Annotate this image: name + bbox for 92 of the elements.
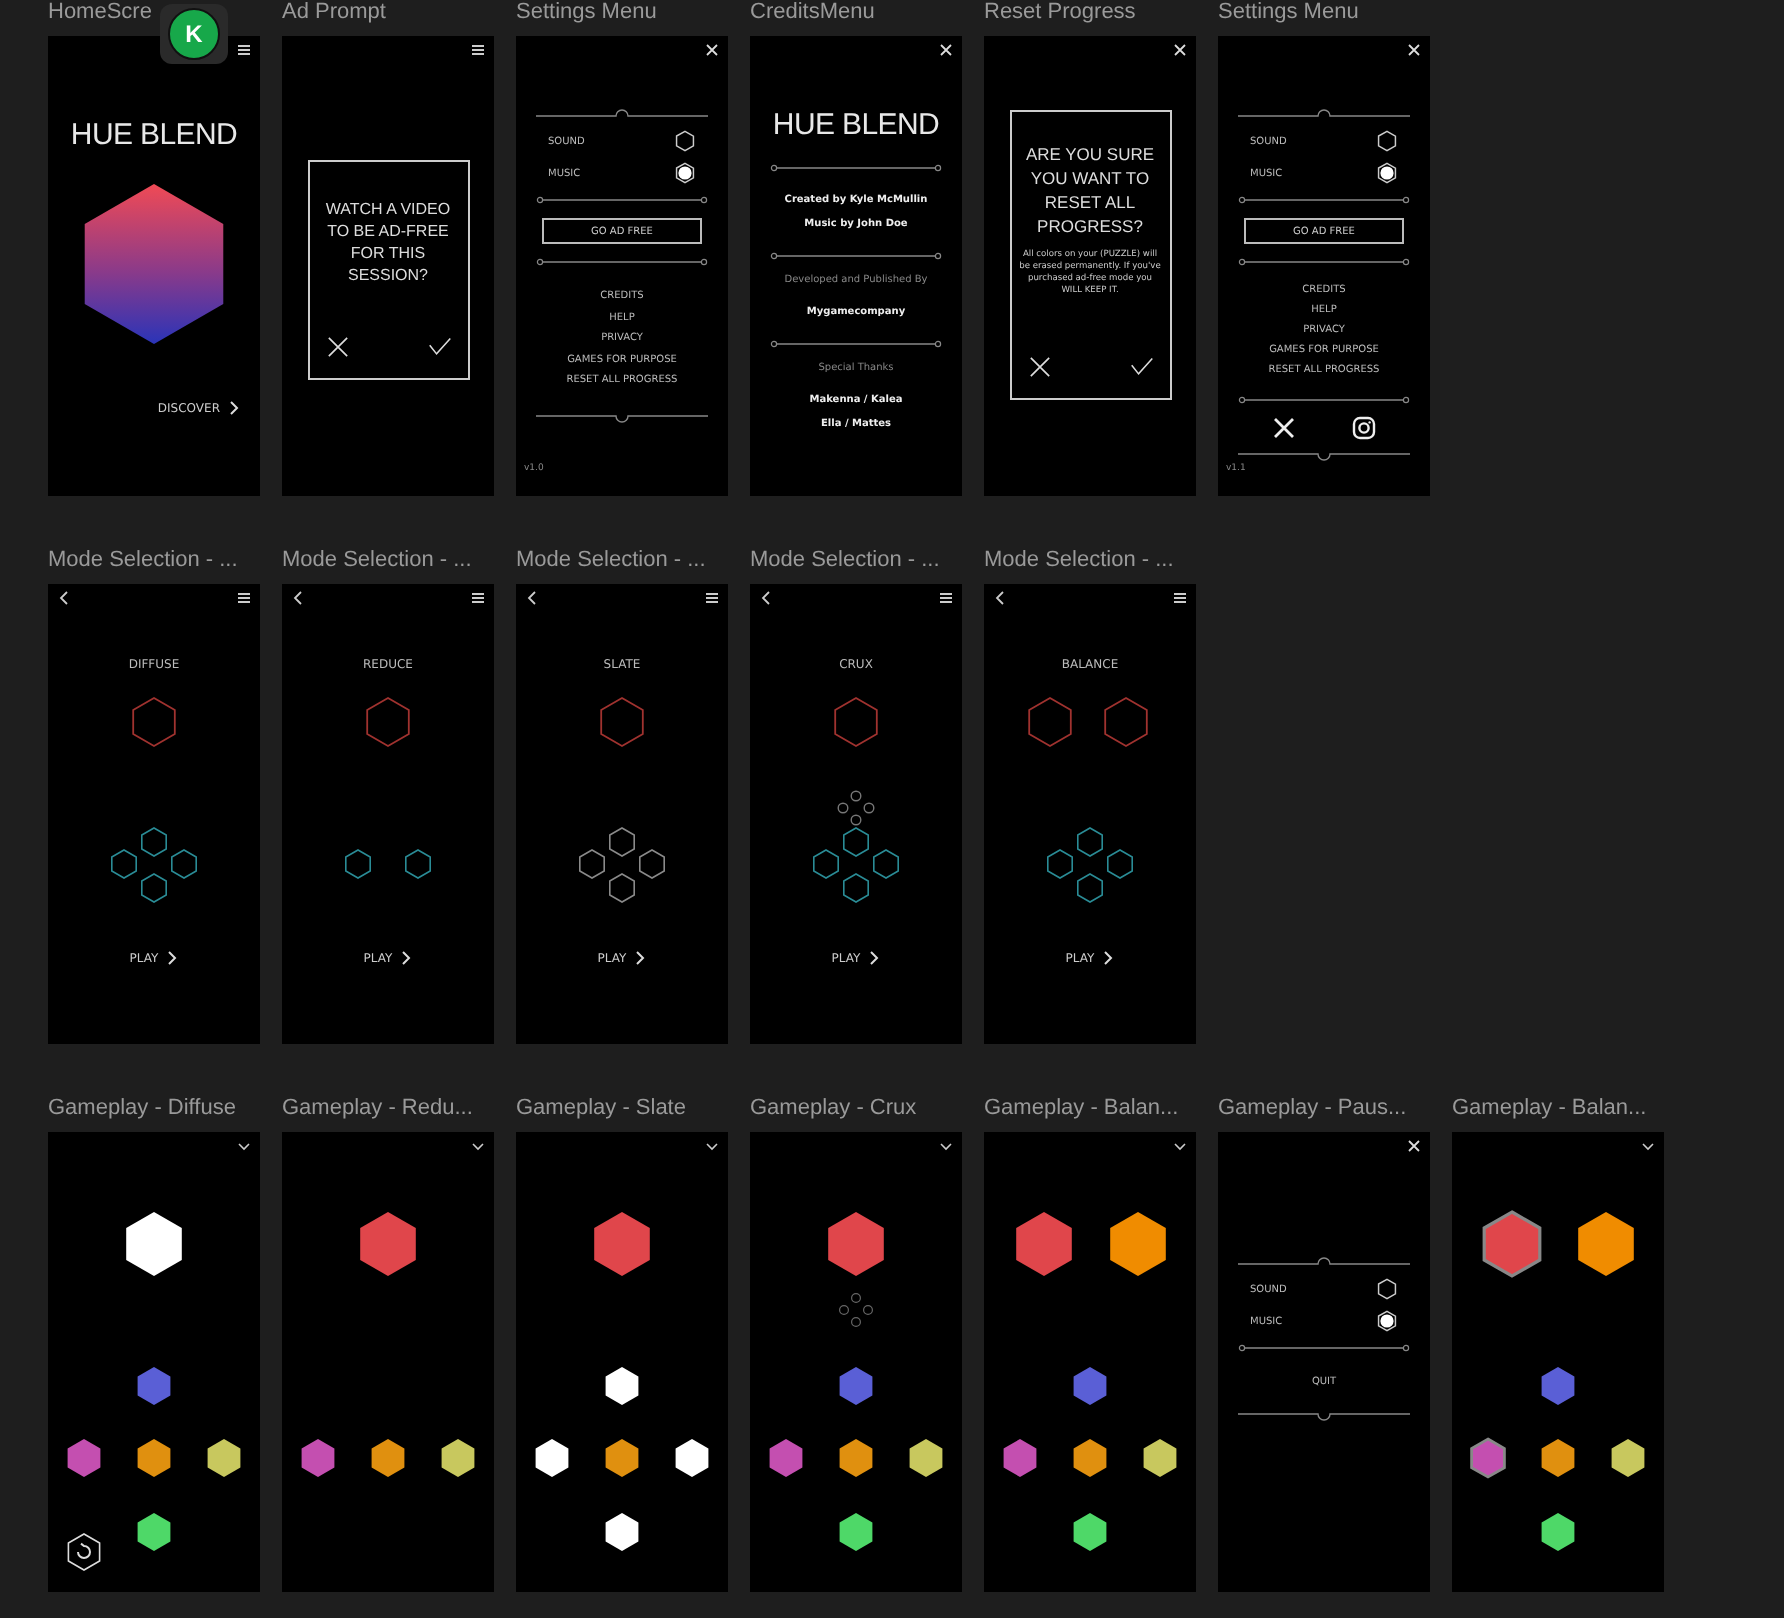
toggle-switch[interactable] — [1376, 162, 1398, 184]
chevron-down-icon[interactable] — [1640, 1138, 1656, 1154]
menu-icon[interactable] — [470, 42, 486, 58]
frame-label: Reset Progress — [984, 0, 1138, 24]
hexagon-tile[interactable] — [535, 1439, 569, 1477]
chevron-right-icon[interactable] — [166, 950, 179, 966]
chevron-right-icon[interactable] — [868, 950, 881, 966]
hexagon-tile[interactable] — [1470, 1437, 1506, 1479]
camera-icon[interactable] — [1352, 416, 1376, 440]
hexagon-tile[interactable] — [839, 1367, 873, 1405]
frame-label: HomeScre — [48, 0, 154, 24]
hexagon-tile[interactable] — [1003, 1439, 1037, 1477]
hexagon-tile[interactable] — [1541, 1513, 1575, 1551]
chevron-right-icon[interactable] — [228, 400, 240, 416]
menu-icon[interactable] — [1172, 590, 1188, 606]
chevron-right-icon[interactable] — [634, 950, 647, 966]
frame-label: Gameplay - Redu... — [282, 1096, 475, 1120]
hexagon-tile[interactable] — [605, 1439, 639, 1477]
frame-label: Settings Menu — [1218, 0, 1361, 24]
close-icon[interactable] — [1406, 42, 1422, 58]
hexagon-tile[interactable] — [137, 1513, 171, 1551]
menu-icon[interactable] — [470, 590, 486, 606]
frame-label: Gameplay - Balan... — [984, 1096, 1181, 1120]
hexagon-tile[interactable] — [371, 1439, 405, 1477]
hexagon-tile[interactable] — [839, 1513, 873, 1551]
frame-label: Mode Selection - ... — [984, 548, 1176, 572]
dialog-message: ARE YOU SURE YOU WANT TO RESET ALL PROGRESS? — [1023, 142, 1157, 238]
toggle-switch[interactable] — [674, 162, 696, 184]
hexagon-tile[interactable] — [1611, 1439, 1645, 1477]
confirm-check-icon[interactable] — [1129, 356, 1153, 378]
hexagon-tile[interactable] — [675, 1439, 709, 1477]
back-icon[interactable] — [992, 590, 1008, 606]
hexagon-tile[interactable] — [605, 1367, 639, 1405]
cancel-icon[interactable] — [325, 336, 349, 358]
confirm-check-icon[interactable] — [427, 336, 451, 358]
chevron-down-icon[interactable] — [938, 1138, 954, 1154]
chevron-right-icon[interactable] — [400, 950, 413, 966]
toggle-switch[interactable] — [1376, 1310, 1398, 1332]
game-title: HUE BLEND — [772, 108, 940, 142]
toggle-switch[interactable] — [674, 130, 696, 152]
chevron-down-icon[interactable] — [470, 1138, 486, 1154]
restart-icon[interactable] — [67, 1533, 101, 1571]
close-icon[interactable] — [1172, 42, 1188, 58]
hexagon-tile[interactable] — [839, 1439, 873, 1477]
hexagon-tile[interactable] — [137, 1439, 171, 1477]
frame-label: Mode Selection - ... — [516, 548, 708, 572]
hexagon-tile[interactable] — [605, 1513, 639, 1551]
frame-label: CreditsMenu — [750, 0, 877, 24]
frame-label: Gameplay - Balan... — [1452, 1096, 1649, 1120]
hexagon-tile[interactable] — [769, 1439, 803, 1477]
dialog-message: WATCH A VIDEO TO BE AD-FREE FOR THIS SESSION? — [323, 198, 453, 286]
menu-icon[interactable] — [236, 590, 252, 606]
menu-icon[interactable] — [704, 590, 720, 606]
hexagon-tile[interactable] — [1073, 1513, 1107, 1551]
frame-label: Gameplay - Diffuse — [48, 1096, 238, 1120]
menu-icon[interactable] — [236, 42, 252, 58]
close-icon[interactable] — [1406, 1138, 1422, 1154]
close-icon[interactable] — [938, 42, 954, 58]
frame-label: Ad Prompt — [282, 0, 388, 24]
frame-label: Gameplay - Paus... — [1218, 1096, 1409, 1120]
chevron-right-icon[interactable] — [1102, 950, 1115, 966]
toggle-switch[interactable] — [1376, 130, 1398, 152]
frame-label: Settings Menu — [516, 0, 659, 24]
frame-label: Mode Selection - ... — [48, 548, 240, 572]
hexagon-tile[interactable] — [137, 1367, 171, 1405]
x-mark-icon[interactable] — [1272, 416, 1296, 440]
hexagon-tile[interactable] — [1073, 1439, 1107, 1477]
hexagon-tile[interactable] — [207, 1439, 241, 1477]
frame-label: Mode Selection - ... — [282, 548, 474, 572]
toggle-switch[interactable] — [1376, 1278, 1398, 1300]
hexagon-tile[interactable] — [301, 1439, 335, 1477]
game-title: HUE BLEND — [70, 118, 238, 152]
back-icon[interactable] — [56, 590, 72, 606]
back-icon[interactable] — [290, 590, 306, 606]
hexagon-tile[interactable] — [909, 1439, 943, 1477]
frame-label: Mode Selection - ... — [750, 548, 942, 572]
chevron-down-icon[interactable] — [704, 1138, 720, 1154]
hexagon-tile[interactable] — [1541, 1367, 1575, 1405]
hexagon-tile[interactable] — [1143, 1439, 1177, 1477]
frame-label: Gameplay - Slate — [516, 1096, 688, 1120]
back-icon[interactable] — [524, 590, 540, 606]
frame-label: Gameplay - Crux — [750, 1096, 919, 1120]
hexagon-tile[interactable] — [441, 1439, 475, 1477]
hexagon-tile[interactable] — [1073, 1367, 1107, 1405]
close-icon[interactable] — [704, 42, 720, 58]
chevron-down-icon[interactable] — [236, 1138, 252, 1154]
back-icon[interactable] — [758, 590, 774, 606]
menu-icon[interactable] — [938, 590, 954, 606]
hexagon-tile[interactable] — [1541, 1439, 1575, 1477]
cancel-icon[interactable] — [1027, 356, 1051, 378]
hexagon-tile[interactable] — [67, 1439, 101, 1477]
chevron-down-icon[interactable] — [1172, 1138, 1188, 1154]
